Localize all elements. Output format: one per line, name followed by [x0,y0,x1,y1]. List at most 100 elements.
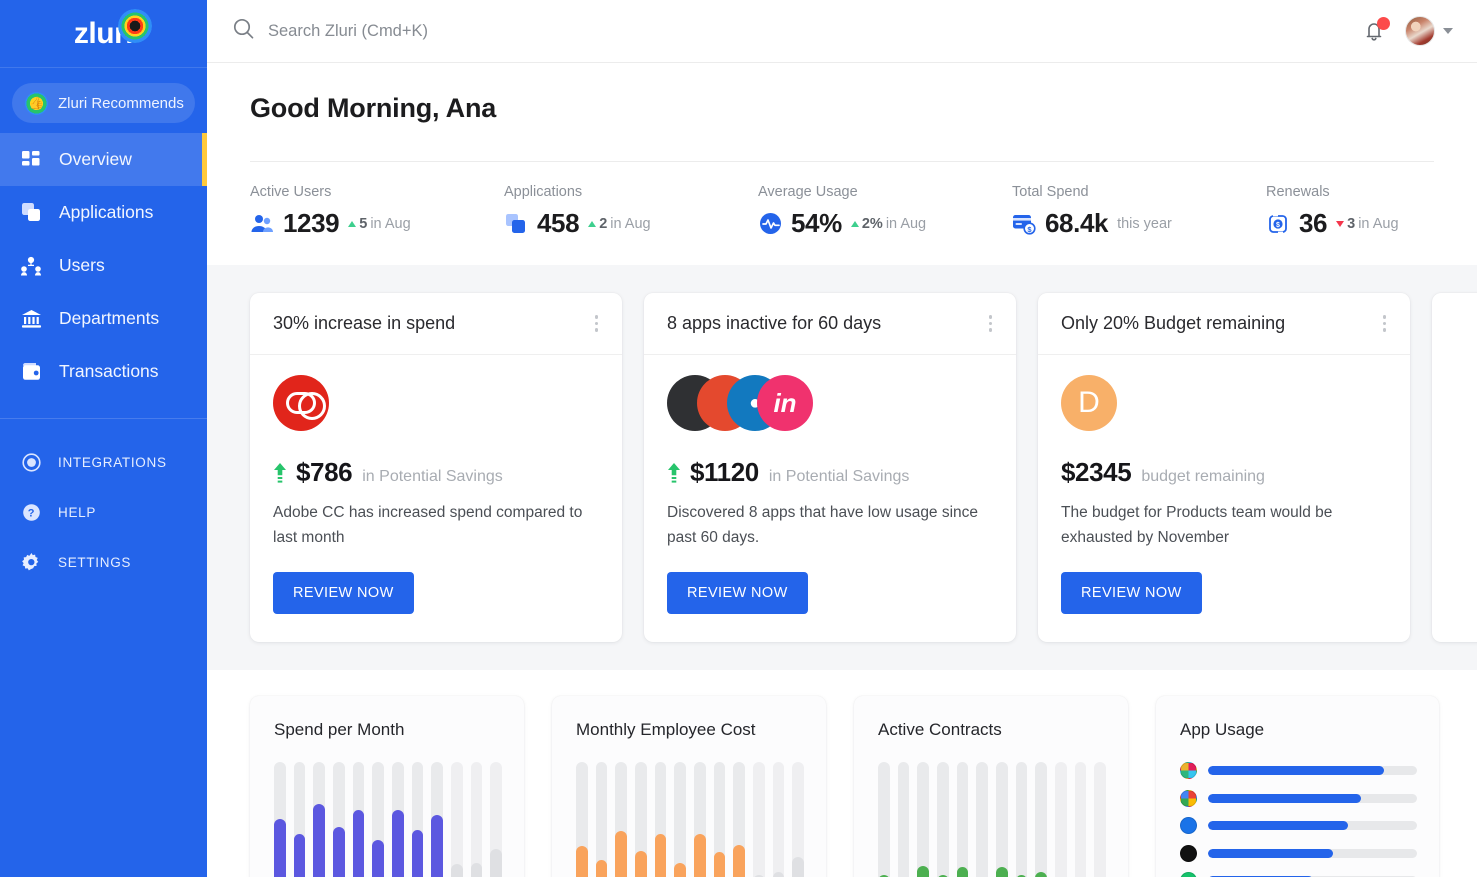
sidebar-subitem-label: HELP [58,504,97,520]
sidebar-item-help[interactable]: ? HELP [0,487,207,537]
usage-fill [1208,766,1384,775]
sidebar-item-label: Overview [59,149,132,169]
insight-card[interactable]: 30% increase in spend $786 in Potential … [250,293,622,642]
stat-renewals: Renewals $ 36 3 in Aug [1266,184,1399,239]
chart-card-active-contracts: Active Contracts [854,696,1128,877]
stat-average-usage: Average Usage 54% 2% in Aug [758,184,1012,239]
stat-delta: 2% in Aug [850,216,926,232]
search-input[interactable] [268,21,688,41]
bar-fill [411,829,424,877]
bar-track [1094,762,1107,877]
card-amount-sub: in Potential Savings [362,468,503,485]
bar-track [1074,762,1087,877]
usage-track [1208,793,1417,803]
review-now-button[interactable]: REVIEW NOW [1061,572,1202,614]
bar-fill [333,826,345,877]
search-box[interactable] [233,18,1361,44]
sidebar-item-overview[interactable]: Overview [0,133,207,186]
insight-card[interactable]: Only 20% Budget remaining D $2345 budget… [1038,293,1410,642]
charts-row: Spend per Month Monthly Employee Cost Ac… [207,670,1477,877]
sidebar-separator [0,418,207,419]
bar-fill [576,846,588,877]
zluri-recommends-button[interactable]: 👍 Zluri Recommends [12,83,195,123]
sidebar-item-integrations[interactable]: INTEGRATIONS [0,437,207,487]
bar-track [897,762,910,877]
apps-icon [20,202,42,224]
card-description: The budget for Products team would be ex… [1061,504,1333,546]
usage-track [1208,848,1417,858]
thumbs-up-icon: 👍 [25,91,48,115]
card-title: 30% increase in spend [273,313,456,333]
bar-track [1035,762,1048,877]
sidebar-divider [0,67,207,68]
content: Good Morning, Ana Active Users 1239 5 in… [207,63,1477,877]
chart-title: App Usage [1180,720,1265,739]
sidebar-item-users[interactable]: Users [0,239,207,292]
bar-track [392,762,404,877]
card-menu-icon[interactable] [985,311,997,336]
chart-title: Monthly Employee Cost [576,720,756,739]
bar-fill [595,859,608,877]
usage-fill [1208,821,1349,830]
sidebar-nav: Overview Applications Users Departments [0,133,207,398]
app-logos-stack: ● in [667,375,993,431]
bar-track [996,762,1008,877]
bar-track [713,762,726,877]
circle-target-icon [22,452,41,472]
bar-track [333,762,345,877]
sidebar-item-settings[interactable]: SETTINGS [0,537,207,587]
bar-fill [792,856,805,877]
sidebar-subitem-label: SETTINGS [58,554,132,570]
bar-track [792,762,805,877]
profile-menu[interactable] [1405,16,1453,46]
bar-fill [490,849,503,877]
bar-track [733,762,746,877]
arrow-up-icon [273,462,286,483]
app-usage-row [1180,817,1417,834]
chart-card-app-usage: App Usage [1156,696,1439,877]
insight-card[interactable]: 8 apps inactive for 60 days ● in $1120 i… [644,293,1016,642]
stat-delta-value: 2 [599,215,608,232]
review-now-button[interactable]: REVIEW NOW [667,572,808,614]
stat-label: Active Users [250,184,332,200]
sidebar-item-departments[interactable]: Departments [0,292,207,345]
bar-fill [313,804,326,877]
insight-cards-row: 30% increase in spend $786 in Potential … [207,265,1477,670]
zluri-recommends-label: Zluri Recommends [58,94,184,112]
card-icon: $ [1012,212,1036,236]
card-amount: $1120 [690,457,759,487]
stat-value: 36 [1299,208,1328,238]
usage-track [1208,766,1417,775]
bar-track [753,762,765,877]
bar-track [576,762,588,877]
sidebar-item-applications[interactable]: Applications [0,186,207,239]
bar-track [431,762,444,877]
bar-fill [694,834,706,877]
department-initial: D [1078,386,1100,419]
bar-track [274,762,286,877]
card-menu-icon[interactable] [1379,311,1391,336]
brand-logo[interactable]: zluri [0,0,207,67]
bar-track [372,762,385,877]
stat-value: 54% [791,208,842,238]
main-area: Good Morning, Ana Active Users 1239 5 [207,0,1477,877]
bar-fill [274,819,286,877]
insight-card-partial[interactable] [1432,293,1477,642]
bar-track [937,762,949,877]
card-menu-icon[interactable] [591,311,603,336]
bar-fill [451,864,463,877]
card-amount: $786 [296,457,353,487]
app-logo-icon [1180,844,1197,862]
gear-icon [22,552,41,572]
notifications-button[interactable] [1361,17,1390,44]
stat-delta-suffix: in Aug [1358,215,1399,232]
review-now-button[interactable]: REVIEW NOW [273,572,414,614]
page-title: Good Morning, Ana [250,93,497,123]
stat-applications: Applications 458 2 in Aug [504,184,758,239]
app-usage-row [1180,762,1417,779]
bar-track [411,762,424,877]
topbar-actions [1361,16,1453,46]
sidebar-item-transactions[interactable]: Transactions [0,345,207,398]
app-usage-list [1180,762,1417,877]
usage-fill [1208,848,1334,858]
